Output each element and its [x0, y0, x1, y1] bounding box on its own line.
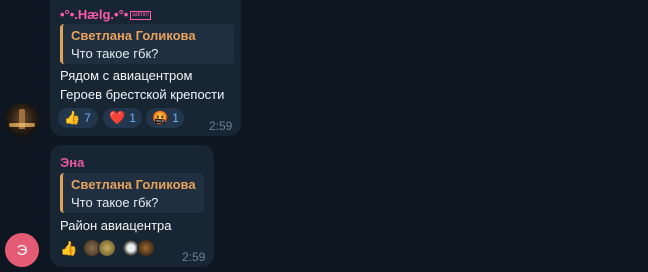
reply-author: Светлана Голикова — [71, 177, 196, 192]
message-bubble[interactable]: •°•.Hælg.•°• admin Светлана Голикова Что … — [50, 0, 241, 136]
reaction-count: 1 — [129, 111, 136, 125]
heart-icon: ❤️ — [109, 110, 126, 125]
reaction-thumbs-up[interactable]: 👍 7 — [58, 108, 98, 128]
reply-text: Что такое гбк? — [71, 46, 159, 61]
message-time: 2:59 — [209, 119, 233, 133]
message-line: Район авиацентра — [60, 218, 172, 233]
thumbs-up-icon: 👍 — [60, 239, 78, 256]
reply-text: Что такое гбк? — [71, 195, 159, 210]
user-avatar-ena[interactable]: Э — [5, 233, 39, 267]
reactor-avatar — [137, 239, 156, 257]
message-text: Рядом с авиацентром Героев брестской кре… — [60, 66, 224, 104]
reaction-heart[interactable]: ❤️ 1 — [103, 108, 142, 128]
reaction-angry[interactable]: 🤬 1 — [146, 108, 184, 128]
angry-face-icon: 🤬 — [152, 110, 169, 125]
reply-author: Светлана Голикова — [71, 28, 196, 43]
thumbs-up-icon: 👍 — [64, 110, 81, 125]
message-time: 2:59 — [182, 250, 206, 264]
reply-quote[interactable]: Светлана Голикова Что такое гбк? — [60, 24, 234, 64]
reaction-count: 7 — [84, 111, 91, 125]
message-line: Рядом с авиацентром — [60, 68, 193, 83]
message-line: Героев брестской крепости — [60, 87, 225, 102]
reaction-thumbs-up-with-users[interactable]: 👍 — [60, 239, 156, 257]
message-text: Район авиацентра — [60, 216, 172, 235]
user-avatar-haelg[interactable] — [5, 103, 39, 137]
sender-name-text: •°•.Hælg.•°• — [60, 7, 129, 22]
avatar-initial: Э — [16, 241, 28, 259]
reaction-count: 1 — [172, 111, 179, 125]
reply-quote[interactable]: Светлана Голикова Что такое гбк? — [60, 173, 204, 213]
avatar-image-lights — [9, 123, 35, 127]
reactor-avatar — [98, 239, 117, 257]
sender-name[interactable]: •°•.Hælg.•°• admin — [60, 7, 151, 22]
message-bubble[interactable]: Эна Светлана Голикова Что такое гбк? Рай… — [50, 145, 214, 267]
sender-name[interactable]: Эна — [60, 155, 84, 170]
admin-badge: admin — [130, 11, 151, 21]
